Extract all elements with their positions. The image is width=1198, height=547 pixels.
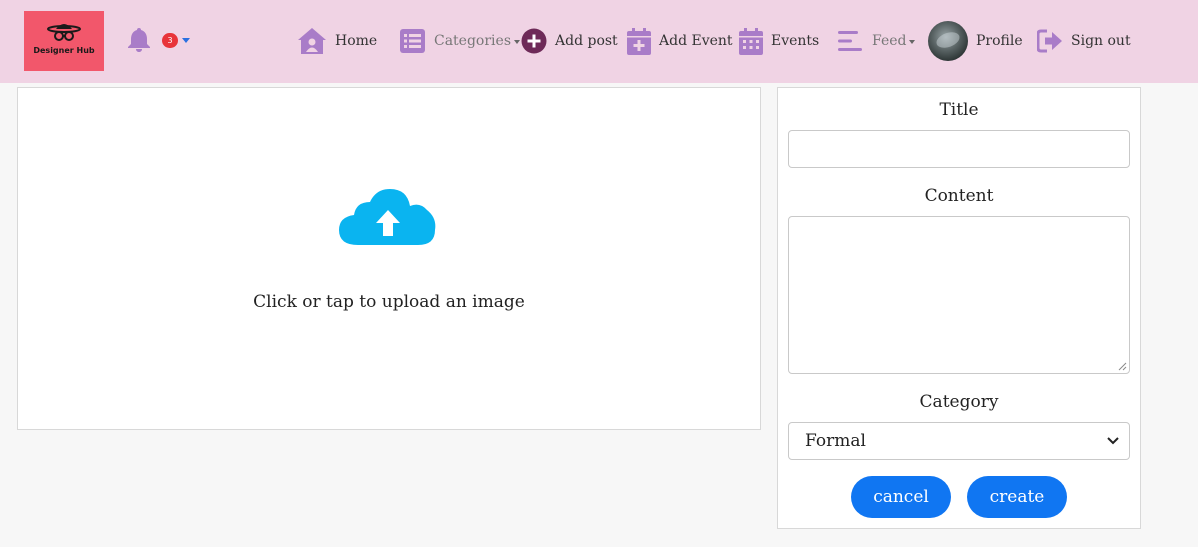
- nav-categories-label: Categories: [434, 33, 511, 49]
- add-circle-icon: [521, 28, 547, 54]
- category-select[interactable]: Formal: [788, 422, 1130, 460]
- nav-feed-label: Feed: [872, 33, 907, 49]
- category-label: Category: [919, 392, 999, 412]
- nav-sign-out[interactable]: Sign out: [1037, 24, 1131, 58]
- nav-profile[interactable]: Profile: [928, 20, 1023, 62]
- content-label: Content: [924, 186, 994, 206]
- nav-home-label: Home: [335, 33, 378, 49]
- nav-add-post-label: Add post: [555, 33, 618, 49]
- list-icon: [400, 29, 425, 53]
- nav-add-event[interactable]: Add Event: [627, 24, 733, 58]
- feed-lines-icon: [838, 31, 862, 51]
- nav-events-label: Events: [771, 33, 820, 49]
- nav-feed[interactable]: Feed: [838, 24, 916, 58]
- nav-add-event-label: Add Event: [659, 33, 733, 49]
- sign-out-icon: [1037, 29, 1062, 53]
- notifications-dropdown-caret[interactable]: [182, 38, 190, 43]
- nav-add-post[interactable]: Add post: [521, 24, 618, 58]
- avatar: [928, 21, 968, 61]
- nav-profile-label: Profile: [976, 33, 1023, 49]
- content-textarea[interactable]: [788, 216, 1130, 374]
- cancel-button[interactable]: cancel: [851, 476, 951, 518]
- brand-logo[interactable]: Designer Hub: [24, 11, 104, 71]
- create-button[interactable]: create: [967, 476, 1067, 518]
- category-selected-value: Formal: [805, 431, 866, 451]
- nav-home[interactable]: Home: [297, 24, 377, 58]
- nav-categories[interactable]: Categories: [399, 24, 520, 58]
- home-icon: [298, 28, 326, 54]
- notification-count-badge: 3: [162, 33, 178, 48]
- brand-name: Designer Hub: [33, 46, 95, 55]
- calendar-icon: [739, 27, 763, 55]
- bell-icon[interactable]: [127, 27, 151, 53]
- nav-events[interactable]: Events: [739, 24, 819, 58]
- resize-handle-icon[interactable]: [1118, 362, 1127, 371]
- image-upload-dropzone[interactable]: Click or tap to upload an image: [17, 87, 761, 430]
- chevron-down-icon: [1107, 437, 1119, 445]
- title-label: Title: [939, 100, 979, 120]
- navbar: Designer Hub 3 Home Categories Add post …: [0, 0, 1198, 83]
- calendar-plus-icon: [627, 27, 651, 55]
- chevron-down-icon: [909, 39, 916, 44]
- hat-icon: [47, 24, 81, 41]
- chevron-down-icon: [514, 39, 520, 44]
- cloud-upload-icon: [339, 189, 436, 245]
- create-post-form: Title Content Category Formal cancel cre…: [777, 87, 1141, 529]
- title-input[interactable]: [788, 130, 1130, 168]
- upload-prompt: Click or tap to upload an image: [253, 292, 525, 312]
- nav-sign-out-label: Sign out: [1071, 33, 1131, 49]
